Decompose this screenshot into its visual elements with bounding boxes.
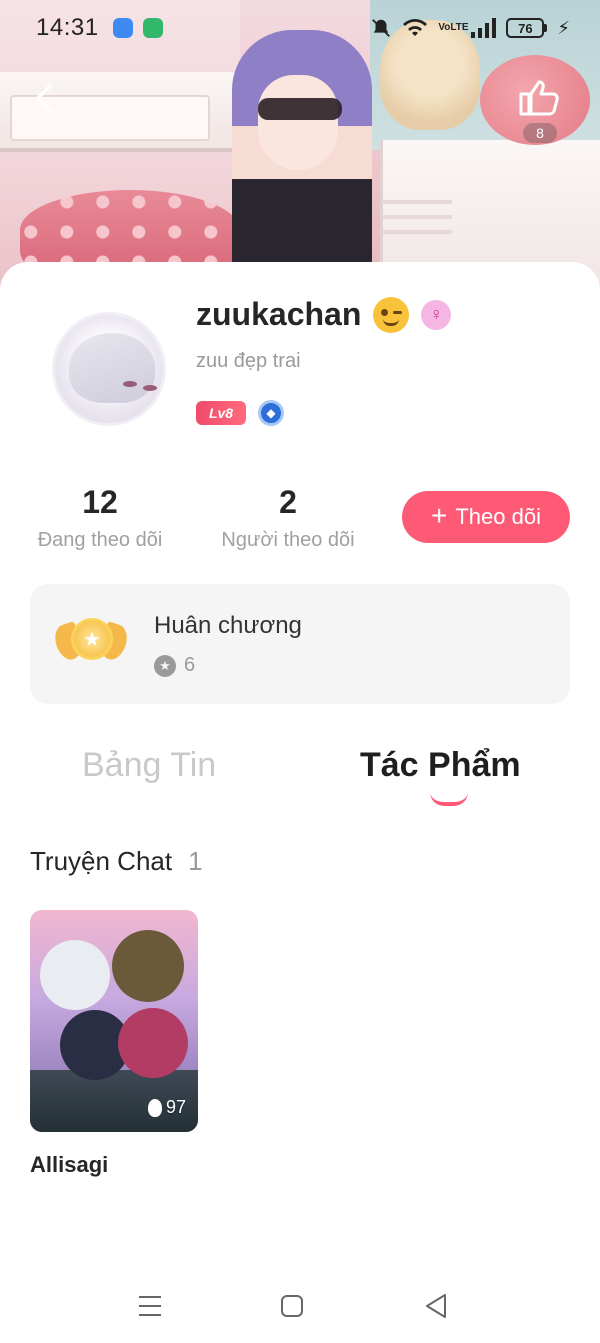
story-cover[interactable]: 97 [30,910,198,1132]
medal-card[interactable]: ★ Huân chương ★ 6 [30,584,570,704]
section-title: Truyện Chat [30,846,173,876]
medal-title: Huân chương [154,612,302,639]
back-triangle-icon [426,1294,446,1318]
followers-count: 2 [279,484,297,520]
wink-emoji-icon [373,296,410,333]
follow-button[interactable]: + Theo dõi [402,491,570,543]
mute-icon [372,19,391,37]
thumbs-up-icon [519,80,559,116]
tab-works[interactable]: Tác Phẩm [360,746,521,785]
back-arrow-icon [36,84,52,112]
star-icon: ★ [154,654,176,677]
following-count: 12 [82,484,118,520]
system-nav-bar [0,1262,600,1343]
profile-bio: zuu đẹp trai [196,350,301,372]
profile-card [0,262,600,1343]
home-square-icon [281,1295,303,1317]
female-icon: ♀ [421,299,452,330]
app-notification-icon [112,18,133,38]
story-title[interactable]: Allisagi [30,1152,108,1178]
battery-icon: 76 [506,18,548,38]
back-button[interactable] [26,80,62,116]
home-button[interactable] [272,1286,312,1326]
status-time: 14:31 [36,14,99,41]
status-bar: 14:31 VoLTE 76 ⚡ [0,0,600,56]
following-stat[interactable]: 12 Đang theo dõi [28,484,172,552]
story-views: 97 [147,1097,186,1118]
recent-apps-button[interactable] [130,1286,170,1326]
menu-icon [139,1296,161,1316]
tab-news[interactable]: Bảng Tin [82,746,216,785]
wifi-icon [403,19,428,36]
section-header: Truyện Chat 1 [30,846,203,877]
plus-icon: + [431,499,448,531]
charging-icon: ⚡ [557,17,570,38]
following-label: Đang theo dõi [37,529,163,551]
like-count: 8 [523,123,557,143]
like-button[interactable]: 8 [512,78,568,144]
network-type: VoLTE [438,22,469,33]
fire-icon [147,1098,162,1117]
section-count: 1 [188,846,203,876]
signal-icon [471,18,497,38]
username: zuukachan [196,296,362,332]
system-back-button[interactable] [416,1286,456,1326]
medal-icon: ★ [51,614,131,672]
gem-icon[interactable]: ◆ [258,400,284,426]
shield-notification-icon [142,18,163,38]
story-view-count: 97 [165,1097,186,1117]
followers-label: Người theo dõi [221,529,355,551]
avatar[interactable] [52,312,166,426]
followers-stat[interactable]: 2 Người theo dõi [212,484,364,552]
medal-count: 6 [184,654,196,676]
follow-button-label: Theo dõi [455,504,541,529]
level-badge-icon[interactable]: Lv8 [196,401,246,425]
